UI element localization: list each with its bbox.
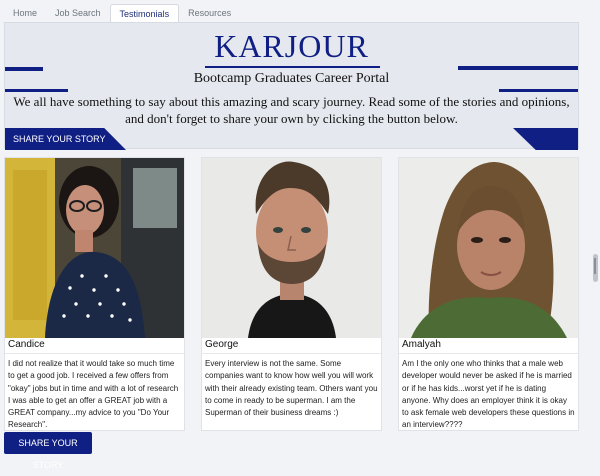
- candice-name: Candice: [8, 339, 45, 350]
- tab-resources[interactable]: Resources: [179, 4, 240, 23]
- card-divider: [399, 353, 578, 354]
- scroll-marker: [594, 258, 596, 274]
- page-subtitle: Bootcamp Graduates Career Portal: [193, 71, 390, 86]
- tab-testimonials[interactable]: Testimonials: [109, 4, 180, 23]
- amalyah-photo: [399, 158, 578, 338]
- george-testimonial: Every interview is not the same. Some co…: [205, 359, 378, 418]
- testimonial-card-george: George Every interview is not the same. …: [201, 157, 382, 431]
- testimonial-card-candice: Candice I did not realize that it would …: [4, 157, 185, 431]
- tab-job-search[interactable]: Job Search: [46, 4, 110, 23]
- page-scrollbar[interactable]: [588, 0, 600, 455]
- tab-home[interactable]: Home: [4, 4, 46, 23]
- banner-stripe-right-top: [458, 66, 578, 70]
- brand-underline: [205, 66, 380, 68]
- hero-banner: KARJOUR Bootcamp Graduates Career Portal…: [4, 22, 579, 150]
- george-photo: [202, 158, 381, 338]
- intro-text: We all have something to say about this …: [13, 94, 570, 126]
- testimonial-card-amalyah: Amalyah Am I the only one who thinks tha…: [398, 157, 579, 431]
- brand-title: KARJOUR: [214, 28, 369, 64]
- share-story-bottom-button[interactable]: SHARE YOUR STORY: [4, 432, 92, 470]
- nav-tabs: Home Job Search Testimonials Resources: [4, 3, 240, 23]
- card-divider: [202, 353, 381, 354]
- card-divider: [5, 353, 184, 354]
- banner-stripe-left-bottom: [5, 89, 68, 92]
- george-name: George: [205, 339, 239, 350]
- amalyah-name: Amalyah: [402, 339, 441, 350]
- candice-photo: [5, 158, 184, 338]
- share-story-button[interactable]: SHARE YOUR STORY: [5, 128, 126, 150]
- banner-flag-right: [513, 128, 578, 150]
- candice-testimonial: I did not realize that it would take so …: [8, 359, 179, 430]
- banner-stripe-right-bottom: [499, 89, 578, 92]
- amalyah-testimonial: Am I the only one who thinks that a male…: [402, 359, 575, 430]
